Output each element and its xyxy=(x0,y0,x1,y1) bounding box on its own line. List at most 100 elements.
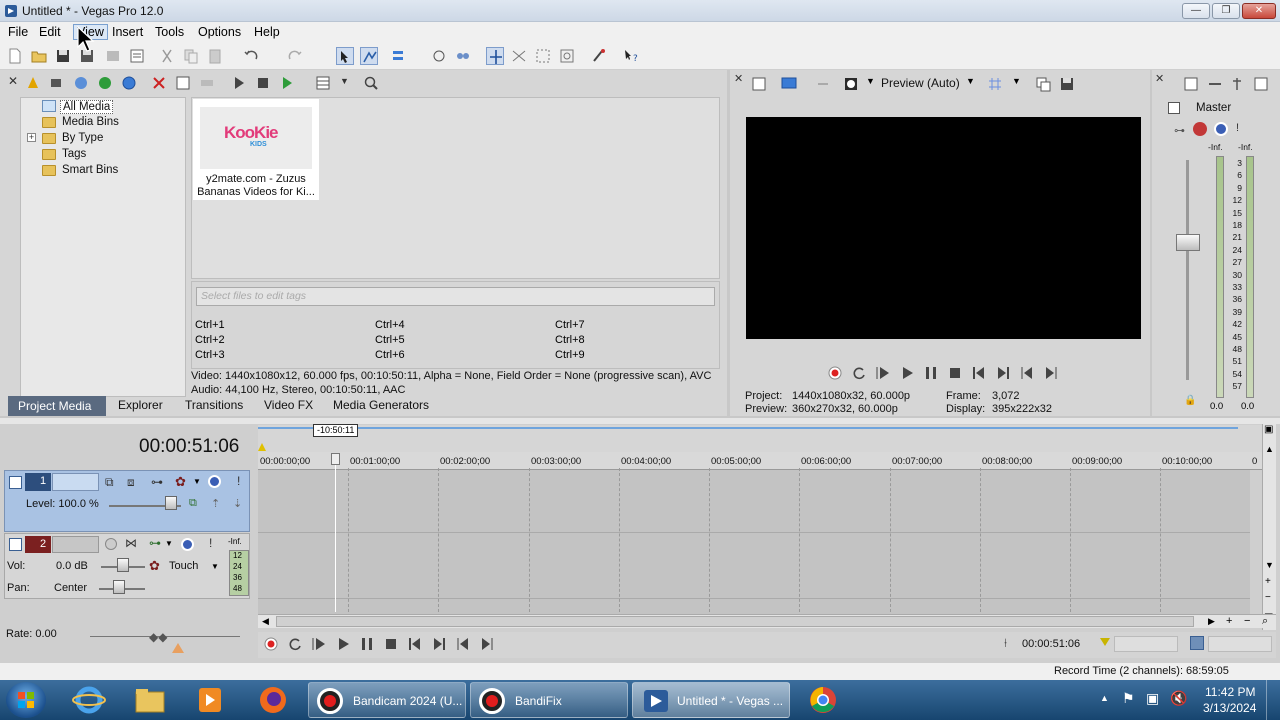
chrome-icon[interactable] xyxy=(806,684,840,716)
audio-fx-icon[interactable]: ⋈ xyxy=(125,536,137,550)
tree-item-tags[interactable]: Tags xyxy=(62,148,86,160)
open-icon[interactable] xyxy=(30,47,48,65)
taskbar-bandifix-button[interactable]: BandiFix xyxy=(470,682,628,718)
go-to-start-icon[interactable] xyxy=(406,635,424,653)
tab-video-fx[interactable]: Video FX xyxy=(264,398,313,412)
maximize-button[interactable]: ❐ xyxy=(1212,3,1240,19)
copy-icon[interactable] xyxy=(182,47,200,65)
automation-mode-icon[interactable]: ✿ xyxy=(149,558,160,574)
timeline-horizontal-scrollbar[interactable]: ◀ ▶ + − ⌕ xyxy=(258,614,1276,628)
master-fader-handle[interactable] xyxy=(1176,234,1200,251)
media-properties-icon[interactable] xyxy=(120,74,138,92)
composite-mode-icon[interactable]: ✿ xyxy=(175,474,186,490)
menu-options[interactable]: Options xyxy=(198,25,241,39)
close-window-icon[interactable]: ✕ xyxy=(8,74,18,88)
automation-mode-select[interactable]: Touch xyxy=(169,560,198,572)
network-icon[interactable]: ▣ xyxy=(1146,690,1159,707)
loop-start-marker-icon[interactable] xyxy=(258,443,266,451)
composite-dropdown-icon[interactable]: ▼ xyxy=(193,477,201,486)
tag-shortcut[interactable]: Ctrl+8 xyxy=(555,334,585,346)
split-screen-icon[interactable] xyxy=(842,75,860,93)
loop-region-bar[interactable] xyxy=(258,427,1238,429)
ignore-grouping-icon[interactable] xyxy=(454,47,472,65)
play-icon[interactable] xyxy=(898,364,916,382)
save-icon[interactable] xyxy=(54,47,72,65)
close-preview-icon[interactable]: ✕ xyxy=(734,72,743,85)
previous-frame-icon[interactable] xyxy=(454,635,472,653)
go-to-end-icon[interactable] xyxy=(430,635,448,653)
media-generators-icon[interactable] xyxy=(198,74,216,92)
tree-item-smart-bins[interactable]: Smart Bins xyxy=(62,164,118,176)
clock-time[interactable]: 11:42 PM xyxy=(1205,685,1255,699)
stop-icon[interactable] xyxy=(382,635,400,653)
tag-shortcut[interactable]: Ctrl+6 xyxy=(375,349,405,361)
tag-shortcut[interactable]: Ctrl+3 xyxy=(195,349,225,361)
selection-length-field[interactable] xyxy=(1208,636,1272,652)
mute-icon[interactable] xyxy=(208,475,221,488)
master-fx-icon[interactable] xyxy=(1193,122,1207,136)
zoom-in-time-icon[interactable]: + xyxy=(1226,615,1232,627)
zoom-time-fit-icon[interactable]: ⌕ xyxy=(1262,615,1268,628)
zoom-tool-icon[interactable] xyxy=(558,47,576,65)
track-minimize-icon[interactable] xyxy=(9,538,22,551)
snapping-icon[interactable] xyxy=(486,47,504,65)
master-solo-icon[interactable]: ! xyxy=(1236,122,1239,134)
redo-icon[interactable] xyxy=(286,47,304,65)
auto-crossfade-icon[interactable] xyxy=(510,47,528,65)
taskbar-bandicam-button[interactable]: Bandicam 2024 (U... xyxy=(308,682,466,718)
auto-preview-icon[interactable] xyxy=(278,74,296,92)
track-area[interactable] xyxy=(258,470,1250,614)
video-track-header[interactable]: 1 ⧉ ⧈ ⊶ ✿ ▼ ! Level: 100.0 % ⧉ ⇡ ⇣ xyxy=(4,470,250,532)
show-desktop-button[interactable] xyxy=(1266,680,1280,720)
save-snapshot-icon[interactable] xyxy=(1058,75,1076,93)
get-media-from-web-icon[interactable] xyxy=(72,74,90,92)
arm-record-icon[interactable] xyxy=(105,538,117,550)
track-minimize-icon[interactable] xyxy=(9,476,22,489)
audio-envelope-dropdown-icon[interactable]: ▼ xyxy=(165,539,173,548)
tab-project-media[interactable]: Project Media xyxy=(8,396,106,416)
search-icon[interactable] xyxy=(362,74,380,92)
start-preview-icon[interactable] xyxy=(230,74,248,92)
track-list-toggle-icon[interactable]: ▣ xyxy=(1264,424,1273,435)
rate-reset-marker-icon[interactable] xyxy=(172,643,184,653)
clean-icon[interactable] xyxy=(590,47,608,65)
play-from-start-icon[interactable] xyxy=(874,364,892,382)
preview-quality-select[interactable]: Preview (Auto) xyxy=(881,76,960,90)
timeline-vertical-scrollbar[interactable]: ▣ ▲ ▼ + − ▭ xyxy=(1262,424,1276,630)
go-to-end-icon[interactable] xyxy=(994,364,1012,382)
properties-icon[interactable] xyxy=(128,47,146,65)
video-track-name-field[interactable] xyxy=(52,473,99,491)
solo-icon[interactable]: ! xyxy=(209,536,212,550)
play-from-start-icon[interactable] xyxy=(310,635,328,653)
loop-playback-icon[interactable] xyxy=(850,364,868,382)
capture-video-icon[interactable] xyxy=(48,74,66,92)
playhead-handle[interactable] xyxy=(331,453,340,465)
scroll-up-icon[interactable]: ▲ xyxy=(1265,444,1274,454)
undo-icon[interactable] xyxy=(242,47,260,65)
close-button[interactable]: ✕ xyxy=(1242,3,1276,19)
audio-envelope-icon[interactable]: ⊶ xyxy=(149,536,161,550)
previous-frame-icon[interactable] xyxy=(1018,364,1036,382)
rate-slider-handle-icon[interactable]: ◆◆ xyxy=(149,630,167,644)
stop-preview-icon[interactable] xyxy=(254,74,272,92)
menu-tools[interactable]: Tools xyxy=(155,25,184,39)
split-screen-dropdown-icon[interactable]: ▼ xyxy=(866,76,875,86)
downmix-icon[interactable] xyxy=(1182,75,1200,93)
project-properties-icon[interactable] xyxy=(750,75,768,93)
scroll-right-icon[interactable]: ▶ xyxy=(1208,616,1215,627)
track-fx-icon[interactable]: ⧈ xyxy=(127,475,135,490)
next-frame-icon[interactable] xyxy=(478,635,496,653)
scroll-down-icon[interactable]: ▼ xyxy=(1265,560,1274,570)
master-insert-fx-icon[interactable]: ⊶ xyxy=(1174,124,1185,137)
pause-icon[interactable] xyxy=(922,364,940,382)
mute-icon[interactable] xyxy=(181,538,194,551)
views-icon[interactable] xyxy=(314,74,332,92)
cut-icon[interactable] xyxy=(158,47,176,65)
master-lock-icon[interactable]: 🔒 xyxy=(1184,395,1196,406)
go-to-start-icon[interactable] xyxy=(970,364,988,382)
dim-output-icon[interactable] xyxy=(1206,75,1224,93)
internet-explorer-icon[interactable] xyxy=(72,684,106,716)
next-frame-icon[interactable] xyxy=(1042,364,1060,382)
vol-slider-handle[interactable] xyxy=(117,558,129,572)
playhead-cursor[interactable] xyxy=(335,456,336,612)
